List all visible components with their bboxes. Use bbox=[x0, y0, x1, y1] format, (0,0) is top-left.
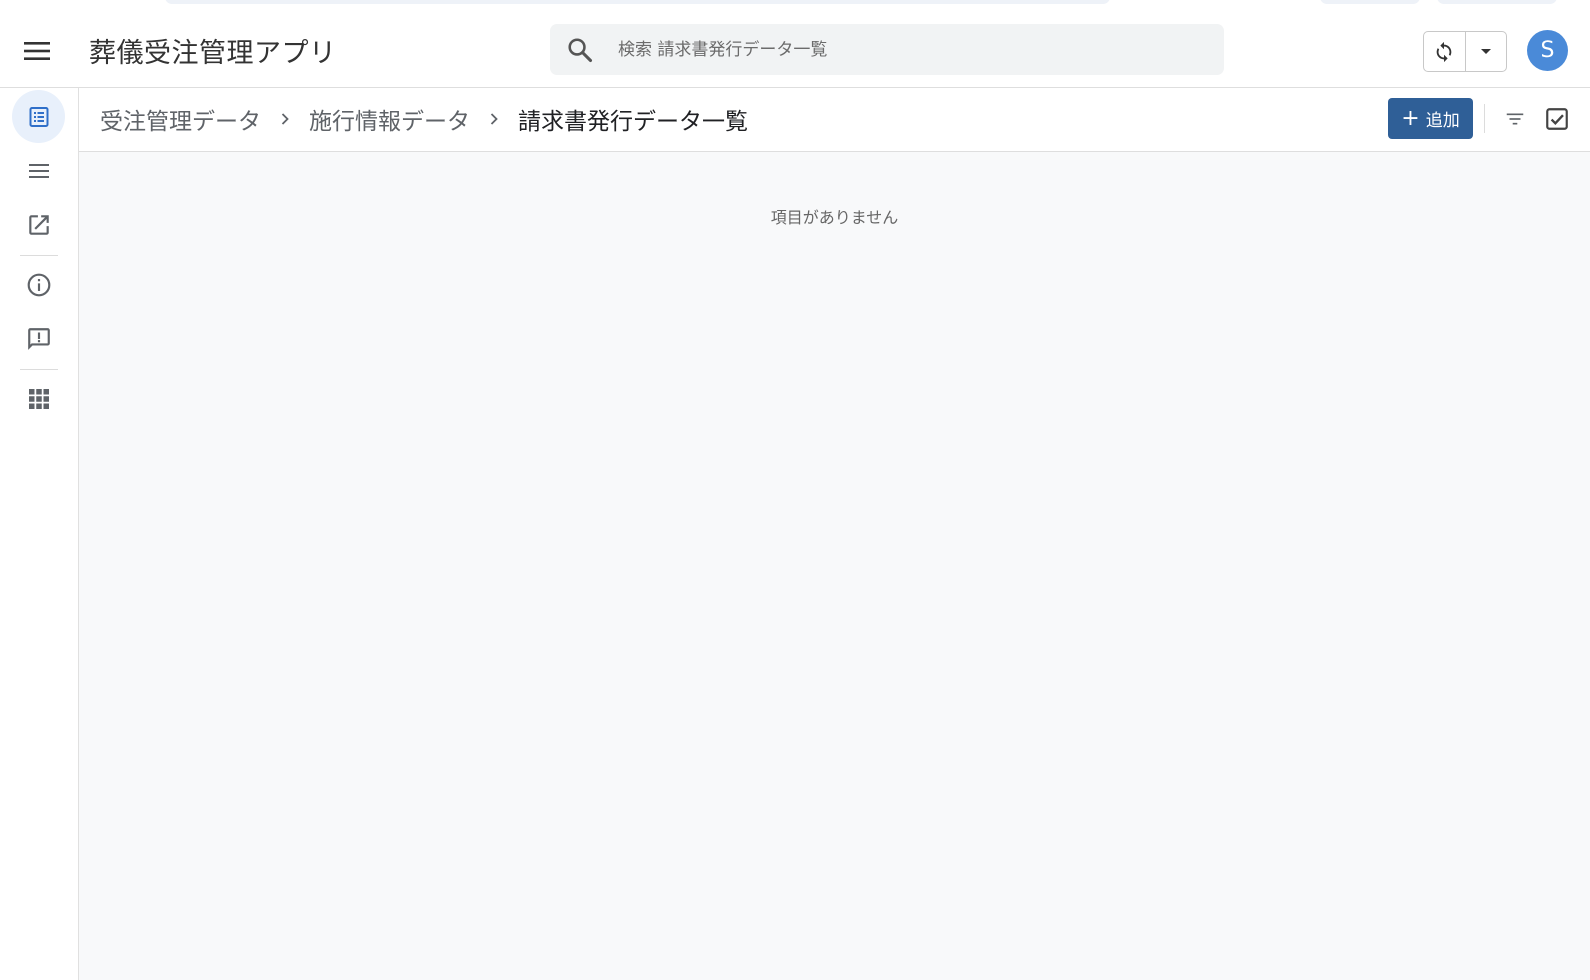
content-area: 項目がありません bbox=[79, 152, 1590, 980]
list-document-icon bbox=[29, 106, 48, 127]
rail-item-feedback[interactable] bbox=[12, 312, 65, 365]
apps-grid-icon bbox=[28, 388, 49, 409]
breadcrumb-item-service-info[interactable]: 施行情報データ bbox=[309, 102, 470, 136]
add-button[interactable]: + 追加 bbox=[1388, 98, 1473, 139]
hamburger-icon bbox=[24, 42, 50, 60]
sync-button-group bbox=[1423, 31, 1507, 72]
rail-item-views[interactable] bbox=[12, 90, 65, 143]
search-box[interactable] bbox=[550, 24, 1224, 75]
top-tab-shape bbox=[1320, 0, 1420, 4]
breadcrumb-item-order-data[interactable]: 受注管理データ bbox=[100, 102, 261, 136]
chevron-right-icon bbox=[272, 106, 298, 132]
rail-item-apps[interactable] bbox=[12, 372, 65, 425]
info-icon bbox=[27, 273, 50, 296]
toolbar-divider bbox=[1484, 104, 1485, 133]
feedback-icon bbox=[27, 327, 50, 350]
app-header: 葬儀受注管理アプリ S bbox=[0, 14, 1590, 88]
browser-top-strip bbox=[0, 0, 1590, 15]
search-input[interactable] bbox=[616, 34, 1210, 66]
rail-divider bbox=[20, 255, 58, 256]
select-mode-button[interactable] bbox=[1541, 103, 1573, 135]
avatar-letter: S bbox=[1540, 38, 1555, 63]
sync-button[interactable] bbox=[1424, 32, 1465, 71]
filter-button[interactable] bbox=[1500, 104, 1530, 134]
add-button-label: 追加 bbox=[1425, 111, 1460, 131]
search-icon bbox=[568, 38, 593, 63]
rail-divider bbox=[20, 369, 58, 370]
sync-dropdown-button[interactable] bbox=[1466, 32, 1507, 71]
filter-icon bbox=[1506, 113, 1524, 125]
menu-lines-icon bbox=[28, 163, 49, 178]
app-title: 葬儀受注管理アプリ bbox=[89, 38, 337, 69]
breadcrumb-bar: 受注管理データ 施行情報データ 請求書発行データ一覧 + 追加 bbox=[79, 88, 1590, 152]
open-external-icon bbox=[28, 214, 49, 235]
hamburger-menu-button[interactable] bbox=[20, 38, 54, 64]
sync-icon bbox=[1436, 41, 1452, 62]
top-tab-shape bbox=[1437, 0, 1557, 4]
user-avatar[interactable]: S bbox=[1527, 30, 1568, 71]
chevron-right-icon bbox=[481, 106, 507, 132]
caret-down-icon bbox=[1480, 48, 1491, 54]
top-tab-shape bbox=[165, 0, 1110, 4]
left-nav-rail bbox=[0, 88, 79, 980]
empty-state-message: 項目がありません bbox=[770, 208, 899, 227]
breadcrumb-item-invoice-list: 請求書発行データ一覧 bbox=[518, 109, 748, 135]
rail-item-info[interactable] bbox=[12, 258, 65, 311]
checkbox-checked-icon bbox=[1546, 108, 1568, 130]
rail-item-open-external[interactable] bbox=[12, 198, 65, 251]
breadcrumb: 受注管理データ 施行情報データ 請求書発行データ一覧 bbox=[100, 102, 748, 136]
plus-icon: + bbox=[1401, 105, 1420, 131]
rail-item-menu[interactable] bbox=[12, 144, 65, 197]
